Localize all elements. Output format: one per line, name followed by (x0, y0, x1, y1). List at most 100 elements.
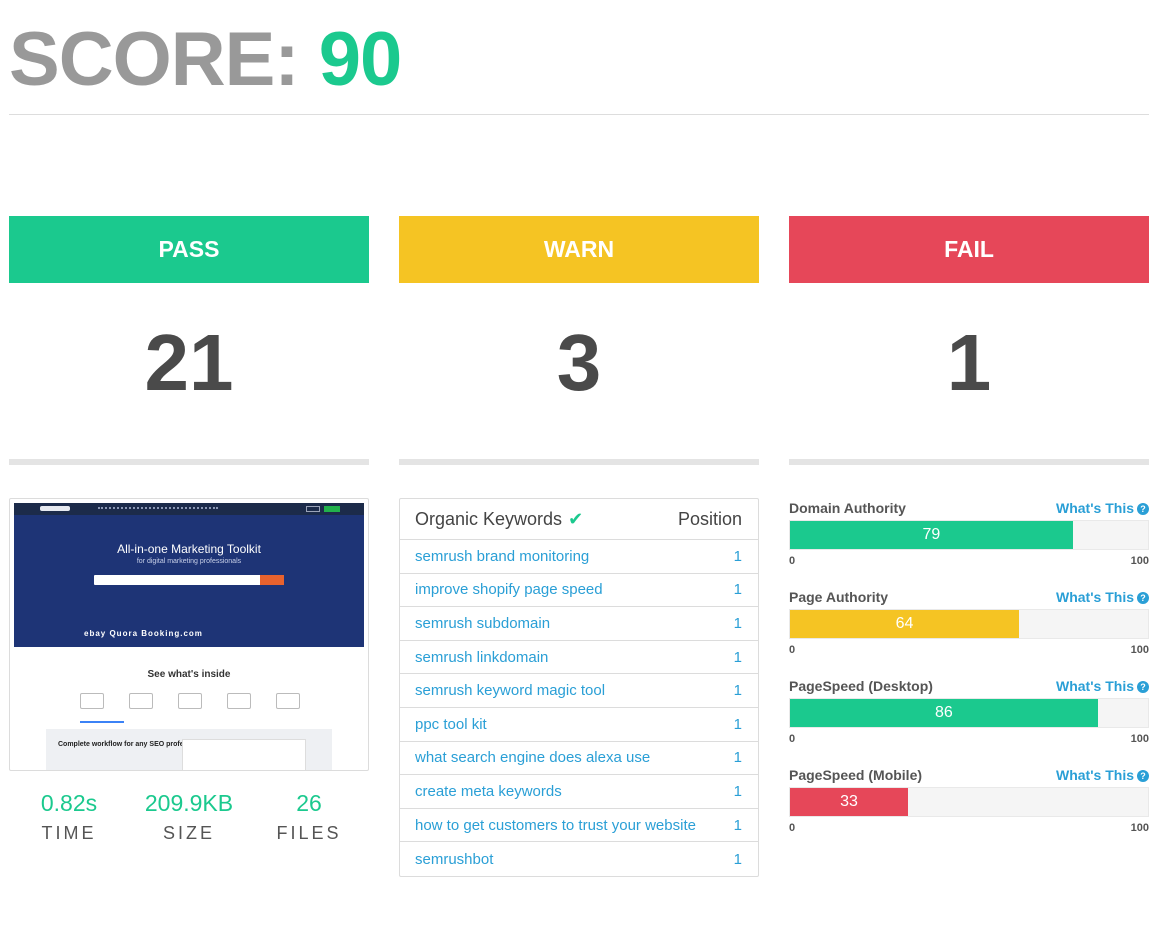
whats-this-link[interactable]: What's This? (1056, 589, 1149, 605)
thumbnail-active-tab-underline (80, 721, 124, 723)
metric-files-value: 26 (296, 790, 322, 816)
thumbnail-hero-subtitle: for digital marketing professionals (136, 558, 242, 565)
whats-this-label[interactable]: What's This (1056, 767, 1134, 783)
meter-track: 79 (789, 520, 1149, 550)
keywords-header-left: Organic Keywords ✔ (415, 509, 583, 530)
keyword-row[interactable]: semrush brand monitoring 1 (400, 540, 758, 574)
whats-this-link[interactable]: What's This? (1056, 500, 1149, 516)
pass-divider (9, 459, 369, 465)
pass-banner: PASS (9, 216, 369, 283)
fail-column: FAIL 1 (789, 216, 1149, 465)
keyword-position: 1 (733, 749, 742, 767)
meter-scale: 0 100 (789, 822, 1149, 834)
meter-fill: 86 (790, 699, 1098, 727)
keyword-row[interactable]: how to get customers to trust your websi… (400, 809, 758, 843)
whats-this-label[interactable]: What's This (1056, 500, 1134, 516)
thumbnail-feature-panel: Complete workflow for any SEO profession… (46, 729, 332, 770)
domain-authority-meter: Domain Authority What's This? 79 0 100 (789, 500, 1149, 567)
keyword-row[interactable]: what search engine does alexa use 1 (400, 742, 758, 776)
thumbnail-section-title: See what's inside (147, 669, 231, 680)
meter-max: 100 (1130, 555, 1149, 567)
meter-value: 33 (840, 793, 858, 810)
meter-min: 0 (789, 644, 796, 656)
keyword-link[interactable]: improve shopify page speed (415, 581, 603, 598)
meter-max: 100 (1130, 644, 1149, 656)
keyword-link[interactable]: semrush keyword magic tool (415, 682, 605, 699)
pagespeed-desktop-meter: PageSpeed (Desktop) What's This? 86 0 100 (789, 678, 1149, 745)
metric-files: 26 FILES (249, 790, 369, 844)
metric-files-label: FILES (276, 823, 342, 843)
pass-column: PASS 21 (9, 216, 369, 465)
organic-keywords-table: Organic Keywords ✔ Position semrush brand… (399, 498, 759, 877)
keyword-position: 1 (733, 682, 742, 700)
fail-banner: FAIL (789, 216, 1149, 283)
question-icon[interactable]: ? (1137, 503, 1149, 515)
fail-count: 1 (946, 318, 992, 407)
meter-header: PageSpeed (Desktop) What's This? (789, 678, 1149, 694)
meter-header: Page Authority What's This? (789, 589, 1149, 605)
keywords-header: Organic Keywords ✔ Position (400, 499, 758, 540)
keyword-position: 1 (733, 816, 742, 834)
meter-scale: 0 100 (789, 555, 1149, 567)
keyword-position: 1 (733, 547, 742, 565)
thumbnail-hero-title: All-in-one Marketing Toolkit (117, 542, 261, 556)
keywords-title: Organic Keywords (415, 508, 563, 529)
meter-fill: 33 (790, 788, 909, 816)
metric-time-label: TIME (41, 823, 97, 843)
metric-size-value: 209.9KB (144, 790, 234, 816)
meter-track: 33 (789, 787, 1149, 817)
pass-count: 21 (144, 318, 234, 407)
meter-track: 64 (789, 609, 1149, 639)
metric-time: 0.82s TIME (9, 790, 129, 844)
whats-this-link[interactable]: What's This? (1056, 767, 1149, 783)
keyword-link[interactable]: semrush linkdomain (415, 649, 548, 666)
keyword-link[interactable]: semrush subdomain (415, 615, 550, 632)
thumbnail-trusted-logos: ebay Quora Booking.com (84, 629, 203, 638)
meter-title: PageSpeed (Mobile) (789, 767, 923, 783)
thumbnail-tab-icon (129, 693, 153, 709)
question-icon[interactable]: ? (1137, 592, 1149, 604)
pagespeed-mobile-meter: PageSpeed (Mobile) What's This? 33 0 100 (789, 767, 1149, 834)
position-header: Position (677, 508, 742, 529)
thumbnail-search-field (94, 575, 284, 585)
keyword-row[interactable]: ppc tool kit 1 (400, 708, 758, 742)
meter-max: 100 (1130, 822, 1149, 834)
keyword-link[interactable]: create meta keywords (415, 783, 562, 800)
score-value: 90 (318, 17, 403, 102)
keyword-row[interactable]: semrush keyword magic tool 1 (400, 674, 758, 708)
thumbnail-feature-tabs (80, 693, 300, 719)
keywords-list: semrush brand monitoring 1 improve shopify… (400, 540, 758, 876)
keyword-row[interactable]: semrushbot 1 (400, 842, 758, 876)
warn-banner: WARN (399, 216, 759, 283)
metric-time-value: 0.82s (40, 790, 98, 816)
keyword-link[interactable]: ppc tool kit (415, 716, 487, 733)
thumbnail-search-button (260, 575, 284, 585)
site-screenshot-thumbnail: All-in-one Marketing Toolkit for digital… (9, 498, 369, 771)
thumbnail-login-button (306, 506, 320, 512)
score-heading: SCORE: 90 (9, 22, 402, 98)
meter-max: 100 (1130, 733, 1149, 745)
whats-this-label[interactable]: What's This (1056, 589, 1134, 605)
meter-min: 0 (789, 555, 796, 567)
keyword-link[interactable]: semrushbot (415, 851, 493, 868)
metric-size: 209.9KB SIZE (129, 790, 249, 844)
meter-scale: 0 100 (789, 644, 1149, 656)
keyword-link[interactable]: how to get customers to trust your websi… (415, 817, 696, 834)
question-icon[interactable]: ? (1137, 681, 1149, 693)
meter-value: 86 (935, 704, 953, 721)
keyword-row[interactable]: semrush subdomain 1 (400, 607, 758, 641)
whats-this-link[interactable]: What's This? (1056, 678, 1149, 694)
meter-scale: 0 100 (789, 733, 1149, 745)
page-metrics: 0.82s TIME 209.9KB SIZE 26 FILES (9, 790, 369, 844)
keyword-position: 1 (733, 850, 742, 868)
keyword-link[interactable]: what search engine does alexa use (415, 749, 650, 766)
question-icon[interactable]: ? (1137, 770, 1149, 782)
keyword-row[interactable]: semrush linkdomain 1 (400, 641, 758, 675)
thumbnail-nav-links (98, 507, 218, 510)
keyword-row[interactable]: create meta keywords 1 (400, 775, 758, 809)
meter-value: 64 (895, 615, 914, 632)
thumbnail-hero: All-in-one Marketing Toolkit for digital… (14, 515, 364, 647)
keyword-row[interactable]: improve shopify page speed 1 (400, 574, 758, 608)
keyword-link[interactable]: semrush brand monitoring (415, 548, 589, 565)
whats-this-label[interactable]: What's This (1056, 678, 1134, 694)
